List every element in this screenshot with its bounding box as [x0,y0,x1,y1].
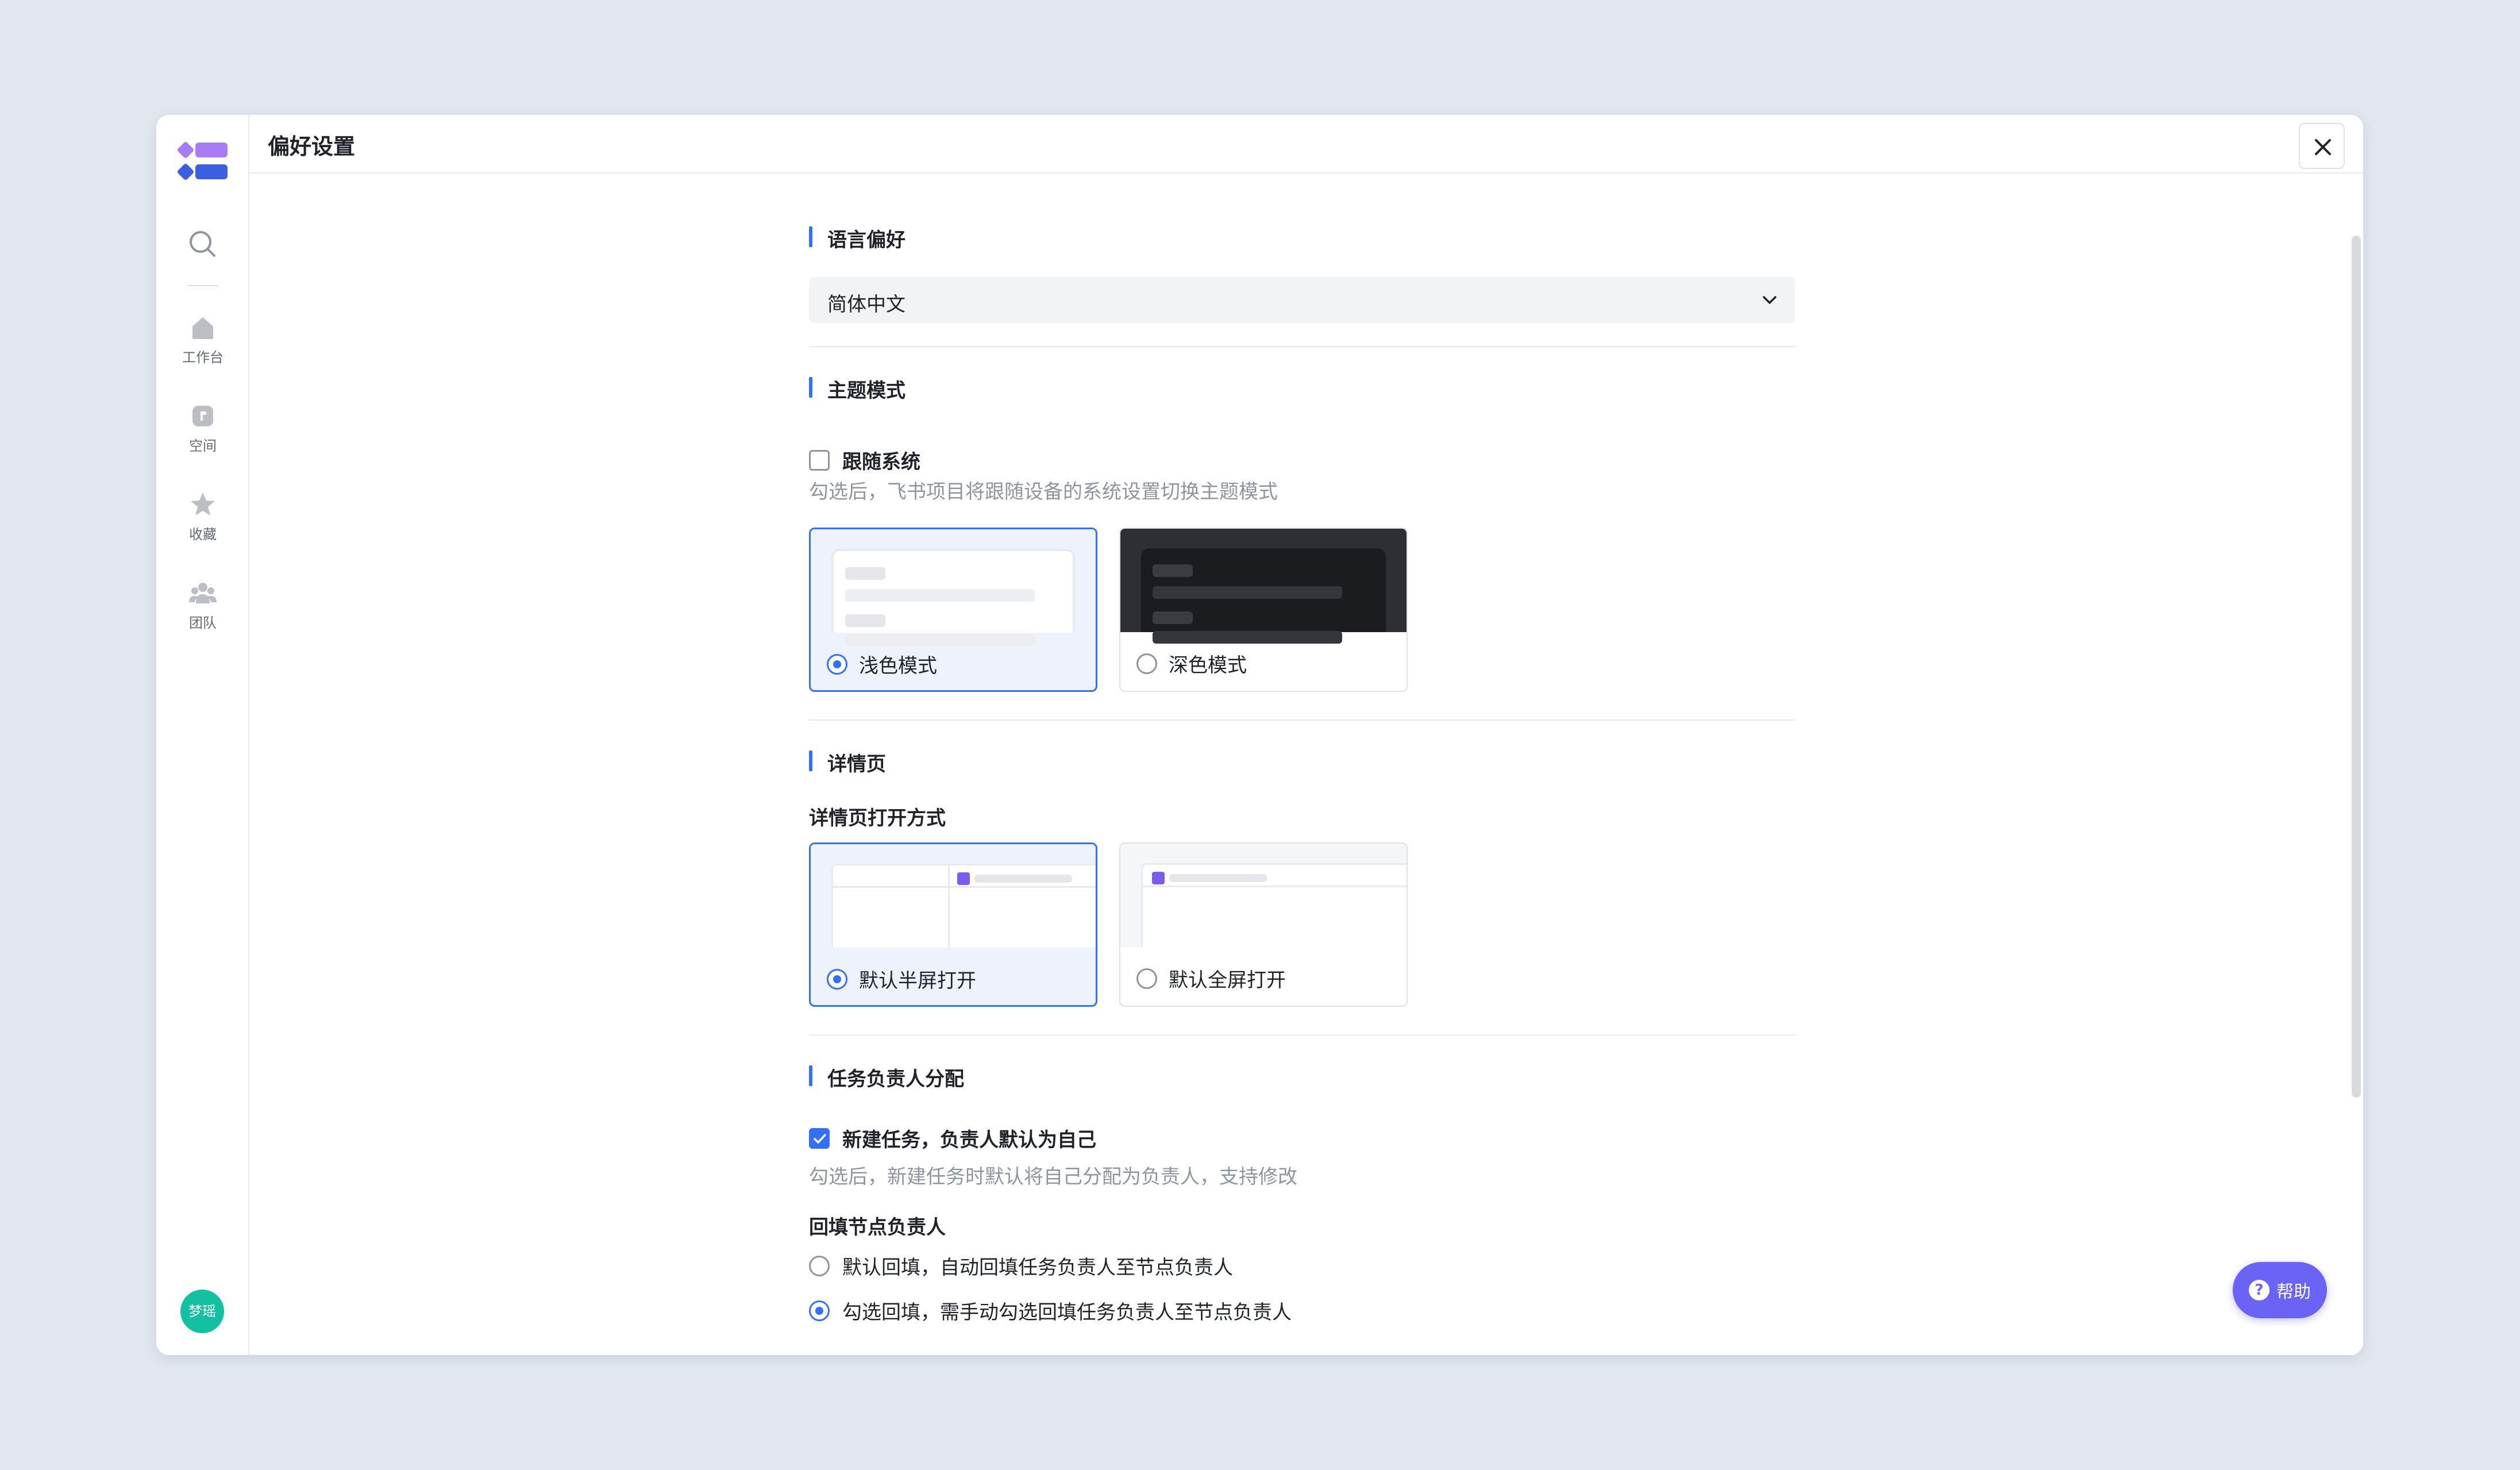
page-title: 偏好设置 [268,134,356,159]
help-label: 帮助 [2276,1282,2311,1302]
help-button[interactable]: ? 帮助 [2233,1262,2327,1318]
sidebar-item-label: 收藏 [189,526,217,542]
full-screen-preview [1120,844,1407,947]
preferences-dialog: 工作台 空间 收藏 团队 梦瑶 偏好设置 语言偏好 简体中文 主题模式 跟随系统… [156,115,2363,1355]
backfill-option-label: 勾选回填，需手动勾选回填任务负责人至节点负责人 [842,1301,1292,1324]
help-icon: ? [2249,1280,2269,1300]
radio-button[interactable] [827,653,847,675]
section-divider [809,719,1795,721]
checkbox[interactable] [809,449,830,471]
home-icon [192,317,213,339]
search-icon[interactable] [186,228,218,260]
theme-option-dark[interactable]: 深色模式 [1119,528,1408,692]
radio-button[interactable] [827,968,847,990]
detail-option-label: 默认全屏打开 [1169,969,1286,992]
sidebar-item-label: 空间 [189,438,217,454]
team-icon [189,583,217,603]
checkbox[interactable] [809,1127,830,1149]
self-default-description: 勾选后，新建任务时默认将自己分配为负责人，支持修改 [809,1165,1297,1188]
language-select-value: 简体中文 [827,293,905,316]
avatar[interactable]: 梦瑶 [180,1290,224,1333]
section-title-language: 语言偏好 [809,224,905,252]
follow-system-checkbox[interactable]: 跟随系统 [809,446,920,474]
space-icon [192,406,213,426]
backfill-option-label: 默认回填，自动回填任务负责人至节点负责人 [842,1256,1233,1279]
follow-system-description: 勾选后，飞书项目将跟随设备的系统设置切换主题模式 [809,480,1278,503]
theme-option-light[interactable]: 浅色模式 [809,528,1097,692]
star-icon [191,492,215,515]
close-icon [2315,139,2331,155]
follow-system-label: 跟随系统 [842,451,920,474]
backfill-option-manual[interactable]: 勾选回填，需手动勾选回填任务负责人至节点负责人 [809,1296,1292,1325]
dark-theme-preview [1120,529,1407,644]
dialog-header: 偏好设置 [249,115,2363,174]
radio-button[interactable] [809,1300,830,1321]
backfill-option-auto[interactable]: 默认回填，自动回填任务负责人至节点负责人 [809,1252,1233,1280]
section-divider [809,346,1795,347]
theme-option-label: 深色模式 [1169,654,1247,677]
detail-open-mode-label: 详情页打开方式 [809,807,946,830]
theme-option-label: 浅色模式 [859,655,937,678]
sidebar-divider [187,285,218,286]
check-icon [814,1133,826,1144]
section-divider [809,1034,1795,1036]
radio-button[interactable] [1136,968,1157,989]
section-title-detail: 详情页 [809,748,886,776]
radio-button[interactable] [1136,653,1157,674]
detail-option-full-screen[interactable]: 默认全屏打开 [1119,842,1408,1007]
section-title-assignee: 任务负责人分配 [809,1063,964,1091]
self-default-checkbox[interactable]: 新建任务，负责人默认为自己 [809,1124,1096,1152]
close-button[interactable] [2299,123,2345,169]
sidebar-item-favorites[interactable]: 收藏 [156,490,249,543]
sidebar-item-space[interactable]: 空间 [156,401,249,455]
half-screen-preview [811,844,1096,948]
app-logo[interactable] [176,140,228,182]
scrollbar-thumb[interactable] [2352,236,2361,1098]
sidebar-item-label: 工作台 [182,349,224,365]
self-default-label: 新建任务，负责人默认为自己 [842,1129,1096,1152]
language-select[interactable]: 简体中文 [809,277,1795,323]
scrollbar[interactable] [2349,174,2363,1355]
sidebar-item-workbench[interactable]: 工作台 [156,313,249,366]
sidebar-item-label: 团队 [189,615,217,631]
light-theme-preview [811,529,1096,647]
chevron-down-icon [1763,296,1777,304]
detail-option-half-screen[interactable]: 默认半屏打开 [809,842,1097,1007]
sidebar: 工作台 空间 收藏 团队 梦瑶 [156,115,249,1355]
detail-option-label: 默认半屏打开 [859,969,976,992]
radio-button[interactable] [809,1255,830,1276]
backfill-title: 回填节点负责人 [809,1216,946,1239]
section-title-theme: 主题模式 [809,375,905,403]
sidebar-item-team[interactable]: 团队 [156,578,249,632]
